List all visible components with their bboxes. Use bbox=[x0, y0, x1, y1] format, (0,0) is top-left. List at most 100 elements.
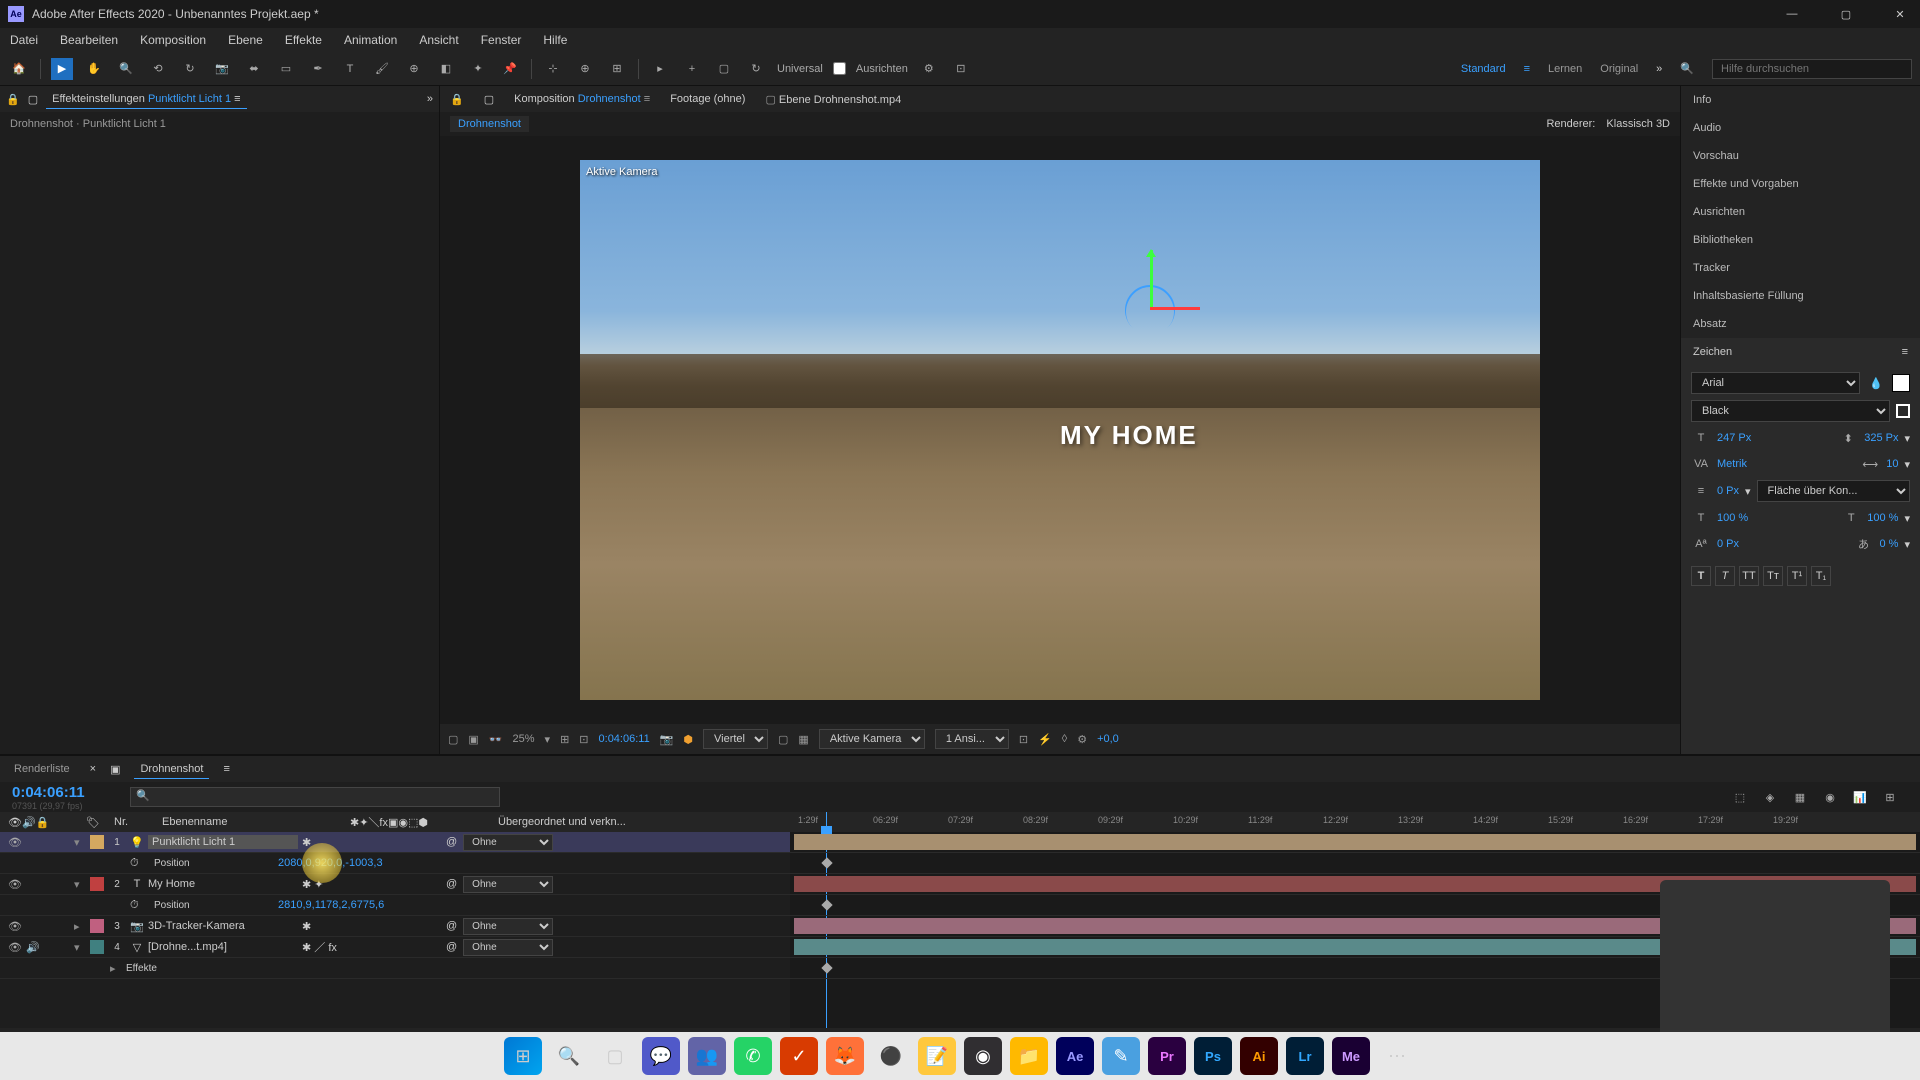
taskbar-explorer[interactable]: 📁 bbox=[1010, 1037, 1048, 1075]
menu-hilfe[interactable]: Hilfe bbox=[539, 31, 571, 49]
pixel-aspect-icon[interactable]: ⊡ bbox=[1019, 733, 1028, 746]
help-search-input[interactable] bbox=[1712, 59, 1912, 79]
panel-menu-icon[interactable]: ≡ bbox=[1902, 346, 1908, 358]
panel-absatz[interactable]: Absatz bbox=[1681, 310, 1920, 338]
workspace-menu-icon[interactable]: ≡ bbox=[1524, 63, 1530, 75]
taskbar-lightroom[interactable]: Lr bbox=[1286, 1037, 1324, 1075]
tab-lock-icon[interactable]: 🔒 bbox=[450, 93, 464, 106]
taskbar-obs[interactable]: ◉ bbox=[964, 1037, 1002, 1075]
home-icon[interactable]: 🏠 bbox=[8, 58, 30, 80]
menu-bearbeiten[interactable]: Bearbeiten bbox=[56, 31, 122, 49]
tab-render-queue[interactable]: Renderliste bbox=[8, 760, 76, 778]
align-checkbox[interactable] bbox=[833, 62, 846, 75]
stroke-mode-select[interactable]: Fläche über Kon... bbox=[1757, 480, 1910, 502]
font-size-value[interactable]: 247 Px bbox=[1717, 432, 1751, 444]
twirl-icon[interactable]: ▸ bbox=[110, 962, 122, 975]
taskbar-chat[interactable]: 💬 bbox=[642, 1037, 680, 1075]
draft-icon[interactable]: ⚙ bbox=[1077, 733, 1087, 746]
tab-drohnenshot[interactable]: Drohnenshot bbox=[134, 760, 209, 779]
snap-cycle-icon[interactable]: ↻ bbox=[745, 58, 767, 80]
panel-ausrichten[interactable]: Ausrichten bbox=[1681, 198, 1920, 226]
layer-4-effekte[interactable]: ▸ Effekte bbox=[0, 958, 790, 979]
text-layer-overlay[interactable]: MY HOME bbox=[1060, 420, 1198, 451]
parent-select[interactable]: Ohne bbox=[463, 918, 553, 935]
twirl-icon[interactable]: ▾ bbox=[74, 878, 86, 891]
orbit-tool[interactable]: ⟲ bbox=[147, 58, 169, 80]
tracking-value[interactable]: 10 bbox=[1886, 458, 1898, 470]
timeline-search-input[interactable] bbox=[130, 787, 500, 807]
draft-3d-icon[interactable]: ◈ bbox=[1760, 787, 1780, 807]
graph-editor-icon[interactable]: 📊 bbox=[1850, 787, 1870, 807]
taskbar-taskview[interactable]: ▢ bbox=[596, 1037, 634, 1075]
snapshot-icon[interactable]: 📷 bbox=[660, 733, 674, 746]
bold-button[interactable]: T bbox=[1691, 566, 1711, 586]
panel-zeichen[interactable]: Zeichen ≡ bbox=[1681, 338, 1920, 366]
grid-icon[interactable]: ⊞ bbox=[560, 733, 569, 746]
minimize-button[interactable]: — bbox=[1780, 8, 1804, 21]
panel-lock-icon[interactable]: 🔒 bbox=[6, 93, 20, 106]
workspace-original[interactable]: Original bbox=[1600, 63, 1638, 75]
visibility-toggle[interactable]: 👁 bbox=[8, 836, 22, 849]
color-mgmt-icon[interactable]: ⬢ bbox=[683, 733, 693, 746]
clone-tool[interactable]: ⊕ bbox=[403, 58, 425, 80]
vscale-value[interactable]: 100 % bbox=[1867, 512, 1898, 524]
visibility-toggle[interactable]: 👁 bbox=[8, 941, 22, 954]
visibility-toggle[interactable]: 👁 bbox=[8, 878, 22, 891]
pickwhip-icon[interactable]: @ bbox=[446, 836, 457, 848]
taskbar-illustrator[interactable]: Ai bbox=[1240, 1037, 1278, 1075]
puppet-tool[interactable]: 📌 bbox=[499, 58, 521, 80]
exposure-value[interactable]: +0,0 bbox=[1097, 733, 1119, 745]
panel-info[interactable]: Info bbox=[1681, 86, 1920, 114]
footage-tab[interactable]: Footage (ohne) bbox=[670, 93, 745, 105]
graph-editor-button[interactable]: ⊞ bbox=[1880, 787, 1900, 807]
menu-komposition[interactable]: Komposition bbox=[136, 31, 210, 49]
taskbar-more[interactable]: ⋯ bbox=[1378, 1037, 1416, 1075]
hscale-value[interactable]: 100 % bbox=[1717, 512, 1748, 524]
pickwhip-icon[interactable]: @ bbox=[446, 878, 457, 890]
zoom-tool[interactable]: 🔍 bbox=[115, 58, 137, 80]
twirl-icon[interactable]: ▾ bbox=[74, 941, 86, 954]
stopwatch-icon[interactable]: ⏱ bbox=[130, 899, 144, 912]
tab-close-icon[interactable]: × bbox=[90, 763, 96, 775]
workspace-standard[interactable]: Standard bbox=[1461, 63, 1506, 75]
eyedropper-icon[interactable]: 💧 bbox=[1866, 373, 1886, 393]
mask-icon[interactable]: 👓 bbox=[489, 733, 503, 746]
italic-button[interactable]: T bbox=[1715, 566, 1735, 586]
renderer-value[interactable]: Klassisch 3D bbox=[1606, 118, 1670, 130]
panel-window-icon[interactable]: ▢ bbox=[28, 93, 38, 106]
eraser-tool[interactable]: ◧ bbox=[435, 58, 457, 80]
audio-toggle[interactable]: 🔊 bbox=[26, 941, 40, 954]
taskbar-notes[interactable]: 📝 bbox=[918, 1037, 956, 1075]
pen-tool[interactable]: ✒ bbox=[307, 58, 329, 80]
layer-color-swatch[interactable] bbox=[90, 919, 104, 933]
layer-2[interactable]: 👁 ▾ 2 T My Home ✱ ✦ @Ohne bbox=[0, 874, 790, 895]
taskbar-teams[interactable]: 👥 bbox=[688, 1037, 726, 1075]
menu-effekte[interactable]: Effekte bbox=[281, 31, 326, 49]
menu-ansicht[interactable]: Ansicht bbox=[415, 31, 462, 49]
twirl-icon[interactable]: ▸ bbox=[74, 920, 86, 933]
parent-select[interactable]: Ohne bbox=[463, 834, 553, 851]
snap-arrow-icon[interactable]: ▸ bbox=[649, 58, 671, 80]
layer-1-position[interactable]: ⏱ Position 2080,0,920,0,-1003,3 bbox=[0, 853, 790, 874]
layer-1-bar[interactable] bbox=[794, 834, 1916, 850]
parent-select[interactable]: Ohne bbox=[463, 939, 553, 956]
guides-icon[interactable]: ⊡ bbox=[579, 733, 588, 746]
local-axis-icon[interactable]: ⊹ bbox=[542, 58, 564, 80]
camera-tool[interactable]: 📷 bbox=[211, 58, 233, 80]
menu-ebene[interactable]: Ebene bbox=[224, 31, 267, 49]
snap-box-icon[interactable]: ▢ bbox=[713, 58, 735, 80]
time-ruler[interactable]: 1:29f06:29f07:29f08:29f09:29f10:29f11:29… bbox=[790, 812, 1920, 832]
taskbar-premiere[interactable]: Pr bbox=[1148, 1037, 1186, 1075]
panel-bibliotheken[interactable]: Bibliotheken bbox=[1681, 226, 1920, 254]
panel-caf[interactable]: Inhaltsbasierte Füllung bbox=[1681, 282, 1920, 310]
shape-tool[interactable]: ▭ bbox=[275, 58, 297, 80]
position-value[interactable]: 2810,9,1178,2,6775,6 bbox=[278, 899, 384, 911]
breadcrumb-item[interactable]: Drohnenshot bbox=[450, 116, 529, 132]
taskbar-firefox[interactable]: 🦊 bbox=[826, 1037, 864, 1075]
frame-blend-icon[interactable]: ▦ bbox=[1790, 787, 1810, 807]
current-time[interactable]: 0:04:06:11 bbox=[0, 784, 130, 801]
layer-2-position[interactable]: ⏱ Position 2810,9,1178,2,6775,6 bbox=[0, 895, 790, 916]
viewer-timecode[interactable]: 0:04:06:11 bbox=[599, 733, 650, 745]
close-button[interactable]: ✕ bbox=[1888, 8, 1912, 21]
selection-tool[interactable]: ▶ bbox=[51, 58, 73, 80]
